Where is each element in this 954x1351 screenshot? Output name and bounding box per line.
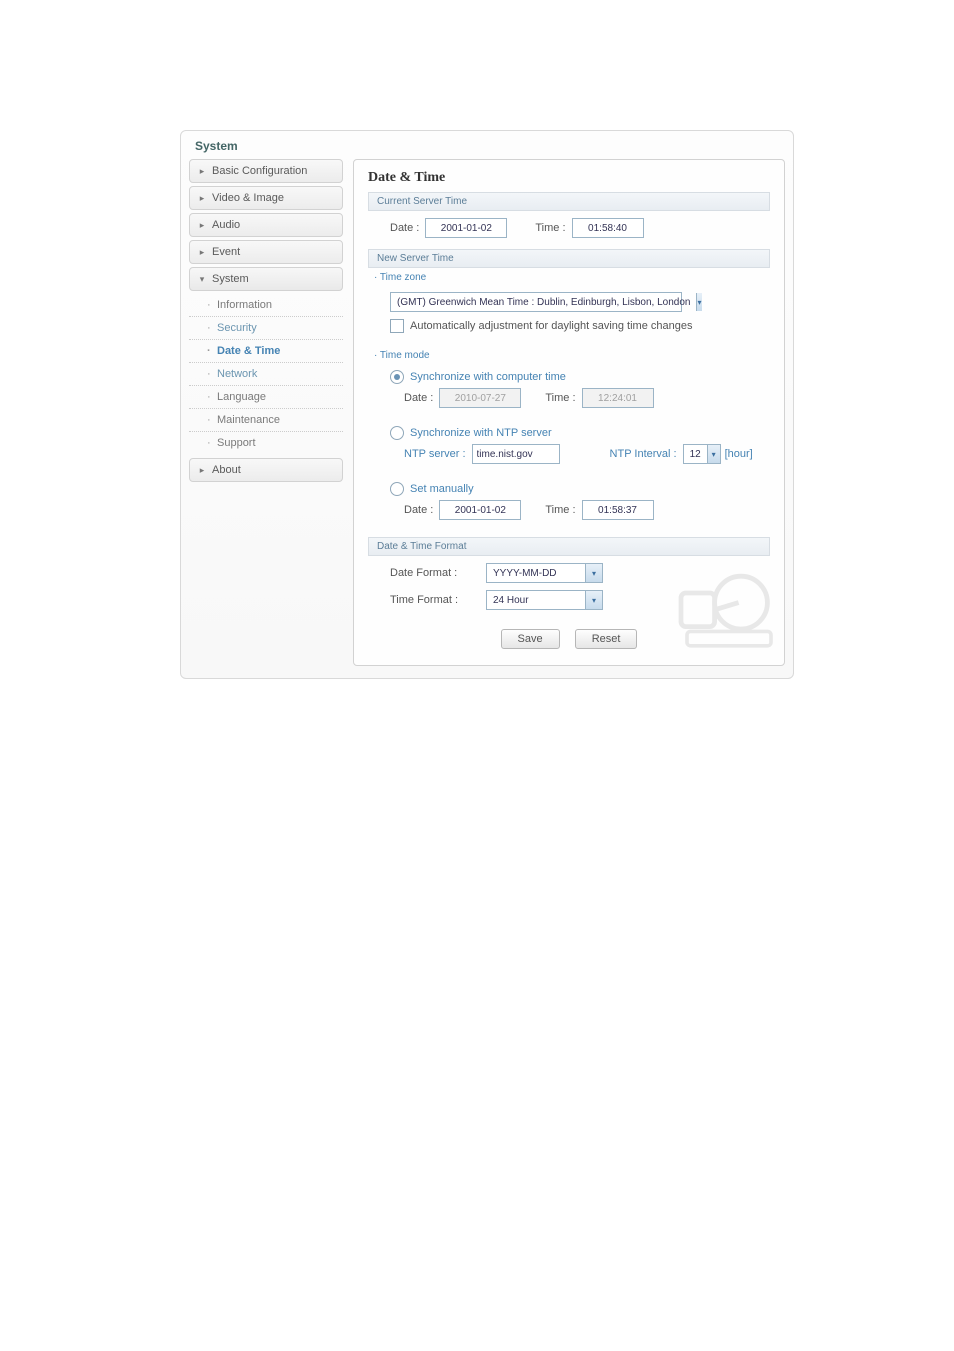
ntp-interval-label: NTP Interval : xyxy=(610,448,677,460)
expand-icon xyxy=(197,465,207,475)
sidebar-group-basic-configuration[interactable]: Basic Configuration xyxy=(189,159,343,183)
ntp-interval-select[interactable]: 12 ▾ xyxy=(683,444,721,464)
sidebar-item-security[interactable]: Security xyxy=(189,317,343,340)
chevron-down-icon: ▾ xyxy=(585,564,602,582)
save-button[interactable]: Save xyxy=(501,629,560,649)
settings-window: System Basic Configuration Video & Image… xyxy=(180,130,794,679)
expand-icon xyxy=(197,193,207,203)
reset-button[interactable]: Reset xyxy=(575,629,638,649)
mode-computer-fields: Date : Time : xyxy=(398,386,770,415)
dst-checkbox[interactable] xyxy=(390,319,404,333)
mode-computer-radio[interactable] xyxy=(390,370,404,384)
sidebar-group-label: System xyxy=(212,273,249,285)
current-date-value xyxy=(425,218,507,238)
timemode-heading: · Time mode xyxy=(368,346,770,363)
sidebar-system-subitems: Information Security Date & Time Network… xyxy=(189,294,343,458)
section-current-server-time: Current Server Time xyxy=(368,192,770,211)
manual-date-input[interactable] xyxy=(439,500,521,520)
sidebar-item-maintenance[interactable]: Maintenance xyxy=(189,409,343,432)
section-date-time-format: Date & Time Format xyxy=(368,537,770,556)
sidebar-group-label: About xyxy=(212,464,241,476)
sidebar: Basic Configuration Video & Image Audio … xyxy=(189,159,343,666)
content-panel: Date & Time Current Server Time Date : T… xyxy=(353,159,785,666)
dst-row: Automatically adjustment for daylight sa… xyxy=(384,319,770,340)
manual-time-input[interactable] xyxy=(582,500,654,520)
date-format-label: Date Format : xyxy=(390,567,480,579)
computer-date-value xyxy=(439,388,521,408)
manual-time-label: Time : xyxy=(545,504,575,516)
sidebar-group-system[interactable]: System xyxy=(189,267,343,291)
mode-ntp-fields: NTP server : NTP Interval : 12 ▾ [hour] xyxy=(398,442,770,471)
current-time-value xyxy=(572,218,644,238)
sidebar-group-event[interactable]: Event xyxy=(189,240,343,264)
ntp-server-label: NTP server : xyxy=(404,448,466,460)
expand-icon xyxy=(197,220,207,230)
computer-date-label: Date : xyxy=(404,392,433,404)
sidebar-item-date-time[interactable]: Date & Time xyxy=(189,340,343,363)
expand-icon xyxy=(197,166,207,176)
time-format-value: 24 Hour xyxy=(487,595,535,606)
sidebar-item-support[interactable]: Support xyxy=(189,432,343,454)
sidebar-group-audio[interactable]: Audio xyxy=(189,213,343,237)
timezone-select-value: (GMT) Greenwich Mean Time : Dublin, Edin… xyxy=(391,297,696,308)
chevron-down-icon: ▾ xyxy=(585,591,602,609)
mode-ntp-radio[interactable] xyxy=(390,426,404,440)
sidebar-group-video-image[interactable]: Video & Image xyxy=(189,186,343,210)
sidebar-item-information[interactable]: Information xyxy=(189,294,343,317)
timezone-select[interactable]: (GMT) Greenwich Mean Time : Dublin, Edin… xyxy=(390,292,682,312)
chevron-down-icon: ▾ xyxy=(707,445,720,463)
button-row: Save Reset xyxy=(368,617,770,651)
date-format-row: Date Format : YYYY-MM-DD ▾ xyxy=(384,556,770,590)
mode-manual-fields: Date : Time : xyxy=(398,498,770,527)
sidebar-group-label: Video & Image xyxy=(212,192,284,204)
mode-manual-radio[interactable] xyxy=(390,482,404,496)
chevron-down-icon: ▾ xyxy=(696,293,701,311)
current-date-label: Date : xyxy=(390,222,419,234)
sidebar-group-about[interactable]: About xyxy=(189,458,343,482)
mode-computer-label: Synchronize with computer time xyxy=(410,371,566,383)
collapse-icon xyxy=(197,274,207,284)
computer-time-value xyxy=(582,388,654,408)
section-new-server-time: New Server Time xyxy=(368,249,770,268)
ntp-server-input[interactable] xyxy=(472,444,560,464)
window-title: System xyxy=(181,131,793,159)
time-format-select[interactable]: 24 Hour ▾ xyxy=(486,590,603,610)
computer-time-label: Time : xyxy=(545,392,575,404)
manual-date-label: Date : xyxy=(404,504,433,516)
dst-checkbox-label: Automatically adjustment for daylight sa… xyxy=(410,320,692,332)
expand-icon xyxy=(197,247,207,257)
sidebar-group-label: Event xyxy=(212,246,240,258)
date-format-select[interactable]: YYYY-MM-DD ▾ xyxy=(486,563,603,583)
sidebar-group-label: Audio xyxy=(212,219,240,231)
current-time-row: Date : Time : xyxy=(384,211,770,245)
page-title: Date & Time xyxy=(368,170,770,186)
time-format-row: Time Format : 24 Hour ▾ xyxy=(384,590,770,617)
layout: Basic Configuration Video & Image Audio … xyxy=(189,159,785,666)
sidebar-group-label: Basic Configuration xyxy=(212,165,307,177)
mode-ntp-row: Synchronize with NTP server xyxy=(384,419,770,442)
mode-computer-row: Synchronize with computer time xyxy=(384,363,770,386)
date-format-value: YYYY-MM-DD xyxy=(487,568,563,579)
sidebar-item-network[interactable]: Network xyxy=(189,363,343,386)
ntp-interval-value: 12 xyxy=(684,449,707,460)
sidebar-item-language[interactable]: Language xyxy=(189,386,343,409)
current-time-label: Time : xyxy=(535,222,565,234)
mode-ntp-label: Synchronize with NTP server xyxy=(410,427,552,439)
time-format-label: Time Format : xyxy=(390,594,480,606)
ntp-interval-unit: [hour] xyxy=(725,448,753,460)
timezone-row: (GMT) Greenwich Mean Time : Dublin, Edin… xyxy=(384,285,770,319)
mode-manual-row: Set manually xyxy=(384,475,770,498)
mode-manual-label: Set manually xyxy=(410,483,474,495)
timezone-heading: · Time zone xyxy=(368,268,770,285)
